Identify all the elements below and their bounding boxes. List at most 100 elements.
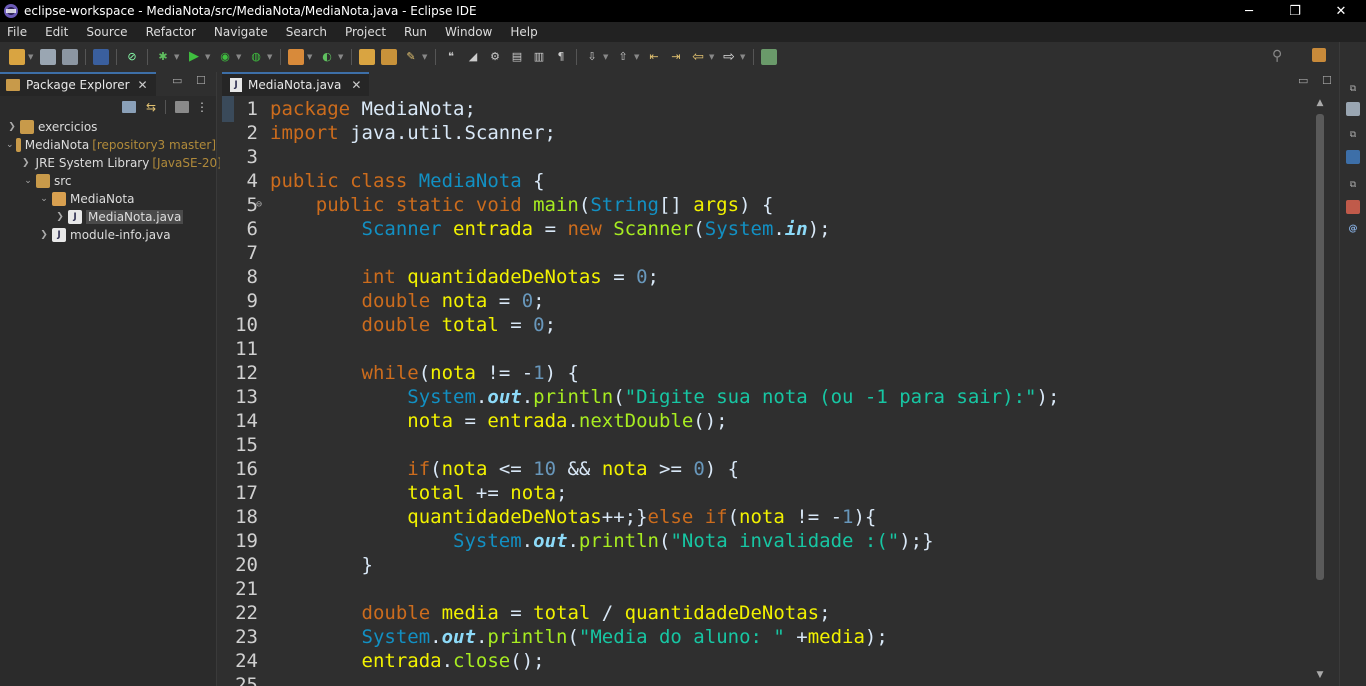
toggle-markers-icon[interactable]: ❝ (443, 49, 459, 65)
chevron-right-icon[interactable]: ❯ (6, 122, 18, 132)
code-line[interactable]: 10 double total = 0; (220, 313, 1310, 337)
close-icon[interactable]: ✕ (138, 78, 148, 92)
javadoc-view-icon[interactable]: @ (1346, 222, 1360, 236)
external-tools-icon[interactable]: ◍ (248, 49, 264, 65)
view-menu-icon[interactable]: ⋮ (196, 100, 208, 114)
maximize-view-icon[interactable]: ☐ (196, 74, 206, 87)
menu-file[interactable]: File (0, 25, 36, 39)
tree-item-src[interactable]: ⌄ src (0, 172, 216, 190)
scroll-up-icon[interactable]: ▲ (1312, 98, 1328, 112)
problems-view-icon[interactable] (1346, 200, 1360, 214)
minimize-view-icon[interactable]: ▭ (172, 74, 182, 87)
chevron-down-icon[interactable]: ⌄ (38, 194, 50, 204)
tree-item-medianota-package[interactable]: ⌄ MediaNota (0, 190, 216, 208)
chevron-down-icon[interactable]: ▼ (634, 49, 640, 65)
restore-view-icon[interactable]: ⧉ (1346, 82, 1360, 96)
debug-icon[interactable]: ✱ (155, 49, 171, 65)
tree-item-medianota-project[interactable]: ⌄ MediaNota [repository3 master] (0, 136, 216, 154)
code-line[interactable]: 15 (220, 433, 1310, 457)
code-line[interactable]: 23 System.out.println("Media do aluno: "… (220, 625, 1310, 649)
menu-help[interactable]: Help (501, 25, 546, 39)
collapse-all-icon[interactable] (121, 101, 136, 113)
open-type-icon[interactable] (359, 48, 375, 65)
previous-annotation-icon[interactable]: ⇧ (615, 49, 631, 65)
code-line[interactable]: 16 if(nota <= 10 && nota >= 0) { (220, 457, 1310, 481)
chevron-down-icon[interactable]: ▼ (205, 49, 211, 65)
new-icon[interactable] (9, 48, 25, 65)
word-wrap-icon[interactable]: ▥ (531, 49, 547, 65)
tree-item-medianota-java[interactable]: ❯ J MediaNota.java (0, 208, 216, 226)
chevron-right-icon[interactable]: ❯ (22, 158, 30, 168)
chevron-down-icon[interactable]: ▼ (338, 49, 344, 65)
search-icon[interactable]: ⚲ (1272, 48, 1282, 64)
save-icon[interactable] (40, 48, 56, 65)
show-whitespace-icon[interactable]: ¶ (553, 49, 569, 65)
code-line[interactable]: 21 (220, 577, 1310, 601)
task-list-icon[interactable] (1346, 150, 1360, 164)
forward-arrow-icon[interactable]: ⇨ (721, 49, 737, 65)
chevron-down-icon[interactable]: ▼ (603, 49, 609, 65)
outline-view-icon[interactable] (1346, 102, 1360, 116)
menu-navigate[interactable]: Navigate (205, 25, 277, 39)
open-perspective-icon[interactable] (1312, 48, 1326, 62)
code-line[interactable]: 4 public class MediaNota { (220, 169, 1310, 193)
next-annotation-icon[interactable]: ⇩ (584, 49, 600, 65)
code-line[interactable]: 5 ⊖ public static void main(String[] args… (220, 193, 1310, 217)
menu-project[interactable]: Project (336, 25, 395, 39)
minimize-view-icon[interactable]: ▭ (1298, 74, 1308, 87)
code-line[interactable]: 8 int quantidadeDeNotas = 0; (220, 265, 1310, 289)
chevron-down-icon[interactable]: ▼ (307, 49, 313, 65)
menu-source[interactable]: Source (77, 25, 136, 39)
menu-edit[interactable]: Edit (36, 25, 77, 39)
code-line[interactable]: 22 double media = total / quantidadeDeNo… (220, 601, 1310, 625)
code-line[interactable]: 18 quantidadeDeNotas++;}else if(nota != … (220, 505, 1310, 529)
run-icon[interactable]: ▶ (186, 49, 202, 65)
chevron-down-icon[interactable]: ▼ (174, 49, 180, 65)
code-line[interactable]: 19 System.out.println("Nota invalidade :… (220, 529, 1310, 553)
back-arrow-icon[interactable]: ⇦ (690, 49, 706, 65)
scrollbar-thumb[interactable] (1316, 114, 1324, 580)
tree-item-jre-library[interactable]: ❯ JRE System Library [JavaSE-20] (0, 154, 222, 172)
code-line[interactable]: 14 nota = entrada.nextDouble(); (220, 409, 1310, 433)
chevron-down-icon[interactable]: ▼ (28, 49, 34, 65)
new-class-icon[interactable]: ◐ (319, 49, 335, 65)
restore-button[interactable]: ❐ (1272, 0, 1318, 22)
menu-window[interactable]: Window (436, 25, 501, 39)
link-with-editor-icon[interactable]: ⇆ (146, 100, 156, 114)
code-line[interactable]: 13 System.out.println("Digite sua nota (… (220, 385, 1310, 409)
chevron-down-icon[interactable]: ⌄ (22, 176, 34, 186)
chevron-down-icon[interactable]: ▼ (267, 49, 273, 65)
coverage-icon[interactable]: ◉ (217, 49, 233, 65)
tab-medianota-java[interactable]: J MediaNota.java ✕ (222, 72, 370, 96)
last-edit-icon[interactable]: ⇤ (646, 49, 662, 65)
block-selection-icon[interactable]: ▤ (509, 49, 525, 65)
chevron-right-icon[interactable]: ❯ (54, 212, 66, 222)
maximize-view-icon[interactable]: ☐ (1322, 74, 1332, 87)
chevron-down-icon[interactable]: ▼ (236, 49, 242, 65)
skip-breakpoints-icon[interactable]: ⊘ (124, 49, 140, 65)
code-line[interactable]: 20 } (220, 553, 1310, 577)
open-task-icon[interactable] (381, 48, 397, 65)
tree-item-module-info[interactable]: ❯ J module-info.java (0, 226, 216, 244)
close-icon[interactable]: ✕ (351, 78, 361, 92)
pin-editor-icon[interactable] (761, 48, 777, 65)
fold-icon[interactable]: ⊖ (256, 193, 262, 217)
forward-edit-icon[interactable]: ⇥ (668, 49, 684, 65)
code-area[interactable]: 1 package MediaNota; 2 import java.util.Sca… (220, 96, 1330, 686)
new-java-project-icon[interactable] (288, 48, 304, 65)
chevron-right-icon[interactable]: ❯ (38, 230, 50, 240)
minimize-button[interactable]: ─ (1226, 0, 1272, 22)
code-line[interactable]: 9 double nota = 0; (220, 289, 1310, 313)
tree-item-exercicios[interactable]: ❯ exercicios (0, 118, 216, 136)
menu-search[interactable]: Search (277, 25, 336, 39)
code-line[interactable]: 6 Scanner entrada = new Scanner(System.i… (220, 217, 1310, 241)
close-window-button[interactable]: ✕ (1318, 0, 1364, 22)
code-line[interactable]: 1 package MediaNota; (220, 97, 1310, 121)
toggle-breadcrumb-icon[interactable]: ⚙ (487, 49, 503, 65)
tab-package-explorer[interactable]: Package Explorer ✕ (0, 72, 156, 96)
menu-refactor[interactable]: Refactor (137, 25, 205, 39)
vertical-scrollbar[interactable]: ▲ ▼ (1312, 96, 1328, 686)
chevron-down-icon[interactable]: ▼ (740, 49, 746, 65)
terminal-icon[interactable] (93, 48, 109, 65)
save-all-icon[interactable] (62, 48, 78, 65)
